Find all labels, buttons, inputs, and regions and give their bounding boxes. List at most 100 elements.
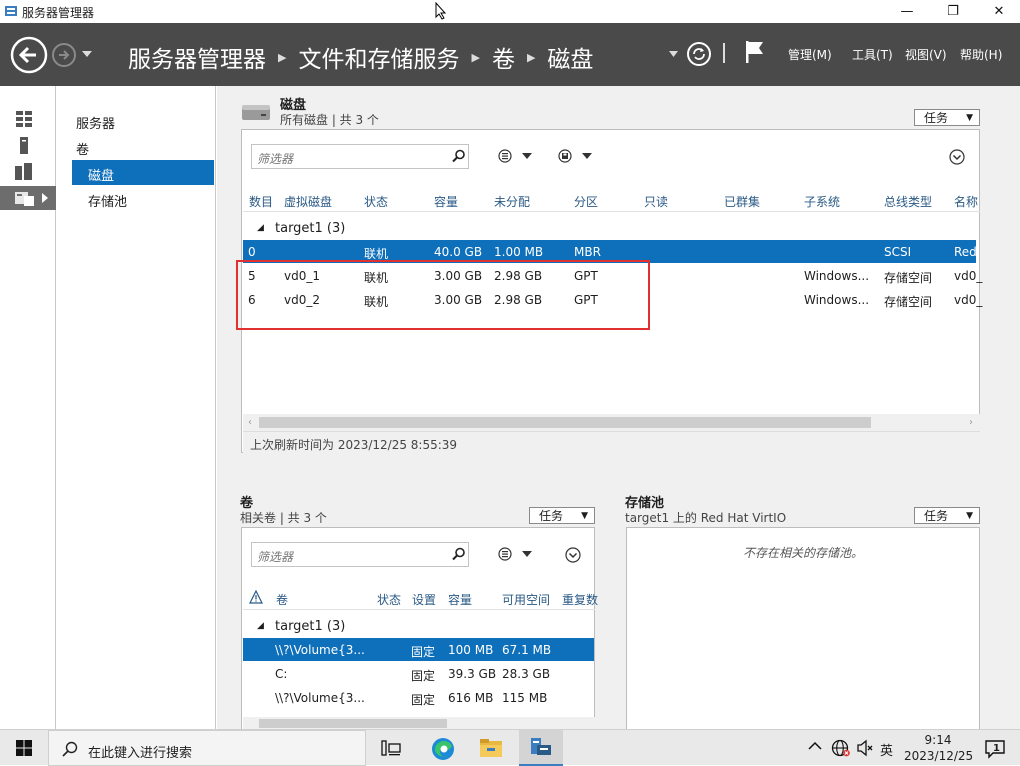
start-button[interactable] (0, 730, 48, 766)
nav-item-volumes[interactable]: 卷 (76, 139, 89, 158)
search-icon[interactable] (452, 149, 466, 163)
disks-group-header[interactable]: target1 (3) (275, 221, 345, 236)
scroll-right-icon[interactable]: › (969, 417, 973, 428)
nav-item-disks[interactable]: 磁盘 (72, 160, 214, 185)
col-capacity[interactable]: 容量 (434, 193, 458, 210)
refresh-icon[interactable] (686, 41, 712, 67)
maximize-button[interactable]: ❐ (930, 0, 976, 23)
breadcrumb-server-manager[interactable]: 服务器管理器 (128, 40, 266, 74)
volumes-panel-subtitle: 相关卷 | 共 3 个 (240, 511, 327, 525)
all-servers-icon[interactable] (15, 163, 33, 180)
show-hidden-icons-icon[interactable] (808, 741, 822, 751)
col-free-space[interactable]: 可用空间 (502, 591, 550, 608)
cell-bus-type: SCSI (884, 245, 912, 259)
breadcrumb-volumes[interactable]: 卷 (492, 40, 515, 74)
refresh-dropdown-icon[interactable] (669, 51, 678, 58)
menu-tools[interactable]: 工具(T) (852, 46, 893, 63)
search-placeholder: 在此键入进行搜索 (88, 746, 193, 761)
history-dropdown-icon[interactable] (82, 51, 92, 58)
search-icon[interactable] (452, 547, 466, 561)
scrollbar-thumb[interactable] (259, 417, 871, 428)
menu-manage[interactable]: 管理(M) (788, 46, 832, 63)
col-virtual-disk[interactable]: 虚拟磁盘 (284, 193, 332, 210)
table-row[interactable]: \\?\Volume{3... 固定 100 MB 67.1 MB (243, 638, 594, 661)
scroll-left-icon[interactable]: ‹ (248, 417, 252, 428)
edge-browser-icon[interactable] (430, 736, 456, 762)
cell-unallocated: 1.00 MB (494, 245, 544, 259)
header-bar: 服务器管理器 ▶ 文件和存储服务 ▶ 卷 ▶ 磁盘 管理(M) 工具(T) 视图… (0, 23, 1020, 86)
pools-tasks-button[interactable]: 任务 ▼ (914, 507, 980, 524)
group-expand-icon[interactable]: ◢ (257, 223, 264, 233)
local-server-icon[interactable] (19, 137, 29, 154)
col-unallocated[interactable]: 未分配 (494, 193, 530, 210)
nav-item-storage-pools[interactable]: 存储池 (88, 191, 127, 210)
disks-horizontal-scrollbar[interactable]: ‹ › (243, 414, 980, 431)
volumes-panel: 筛选器 卷 状态 设置 容量 可用空间 重复数 ◢ target1 (3) \\… (241, 527, 598, 729)
volumes-filter-input[interactable]: 筛选器 (251, 542, 469, 567)
network-icon[interactable] (831, 739, 851, 757)
expand-arrow-icon[interactable] (42, 193, 48, 203)
taskbar-search-box[interactable]: 在此键入进行搜索 (48, 730, 366, 766)
disks-column-header-row: 数目 虚拟磁盘 状态 容量 未分配 分区 只读 已群集 子系统 总线类型 名称 (243, 188, 980, 212)
col-status[interactable]: 状态 (377, 591, 401, 608)
file-storage-services-item[interactable] (0, 186, 56, 210)
dropdown-arrow-icon: ▼ (966, 510, 973, 521)
group-expand-icon[interactable]: ◢ (257, 621, 264, 631)
input-language-indicator[interactable]: 英 (880, 740, 893, 759)
table-row[interactable]: \\?\Volume{3... 固定 616 MB 115 MB (243, 686, 594, 709)
back-button[interactable] (10, 36, 48, 74)
server-manager-taskbar-button[interactable] (519, 730, 563, 766)
col-volume[interactable]: 卷 (276, 591, 288, 608)
breadcrumb-disks[interactable]: 磁盘 (547, 40, 593, 74)
task-view-icon[interactable] (381, 739, 401, 757)
pools-tasks-label: 任务 (924, 509, 949, 523)
col-clustered[interactable]: 已群集 (724, 193, 760, 210)
volumes-tasks-button[interactable]: 任务 ▼ (529, 507, 595, 524)
collapse-panel-icon[interactable] (565, 547, 581, 563)
col-partition[interactable]: 分区 (574, 193, 598, 210)
list-view-options-icon[interactable] (498, 149, 534, 163)
pools-panel: 不存在相关的存储池。 (626, 527, 980, 729)
disks-filter-input[interactable]: 筛选器 (251, 144, 469, 169)
clock[interactable]: 9:14 2023/12/25 (904, 732, 973, 764)
notifications-flag-icon[interactable] (744, 39, 766, 65)
cell-capacity: 616 MB (448, 691, 494, 705)
col-subsystem[interactable]: 子系统 (804, 193, 840, 210)
minimize-button[interactable]: — (884, 0, 930, 23)
table-row[interactable]: C: 固定 39.3 GB 28.3 GB (243, 662, 594, 685)
last-refresh-text: 上次刷新时间为 2023/12/25 8:55:39 (250, 438, 458, 452)
action-center-icon[interactable]: 1 (984, 738, 1006, 760)
col-setting[interactable]: 设置 (412, 591, 436, 608)
col-read-only[interactable]: 只读 (644, 193, 668, 210)
windows-logo-icon (16, 740, 32, 756)
breadcrumb-separator-icon: ▶ (278, 50, 287, 64)
cell-capacity: 39.3 GB (448, 667, 497, 681)
dashboard-icon[interactable] (16, 111, 32, 127)
volume-muted-icon[interactable] (856, 739, 874, 757)
disks-status-bar: 上次刷新时间为 2023/12/25 8:55:39 (243, 431, 980, 453)
col-bus-type[interactable]: 总线类型 (884, 193, 932, 210)
scrollbar-thumb[interactable] (259, 719, 447, 728)
col-status[interactable]: 状态 (364, 193, 388, 210)
col-dedup[interactable]: 重复数 (562, 591, 598, 608)
col-number[interactable]: 数目 (249, 193, 273, 210)
volumes-group-header[interactable]: target1 (3) (275, 619, 345, 634)
list-view-options-icon[interactable] (498, 547, 534, 561)
breadcrumb-file-storage[interactable]: 文件和存储服务 (298, 40, 459, 74)
col-capacity[interactable]: 容量 (448, 591, 472, 608)
cell-volume: \\?\Volume{3... (275, 643, 365, 657)
col-name[interactable]: 名称 (954, 193, 978, 210)
file-explorer-icon[interactable] (479, 738, 503, 758)
disks-tasks-button[interactable]: 任务 ▼ (914, 109, 980, 126)
save-query-icon[interactable] (558, 149, 594, 163)
volumes-horizontal-scrollbar[interactable] (243, 717, 595, 729)
menu-help[interactable]: 帮助(H) (960, 46, 1002, 63)
forward-button[interactable] (51, 42, 77, 68)
cell-setting: 固定 (411, 669, 436, 683)
nav-item-servers[interactable]: 服务器 (76, 113, 115, 132)
file-storage-icon (15, 190, 35, 206)
close-button[interactable]: ✕ (976, 0, 1020, 23)
collapse-panel-icon[interactable] (949, 149, 965, 165)
cell-setting: 固定 (411, 645, 436, 659)
menu-view[interactable]: 视图(V) (905, 46, 947, 63)
